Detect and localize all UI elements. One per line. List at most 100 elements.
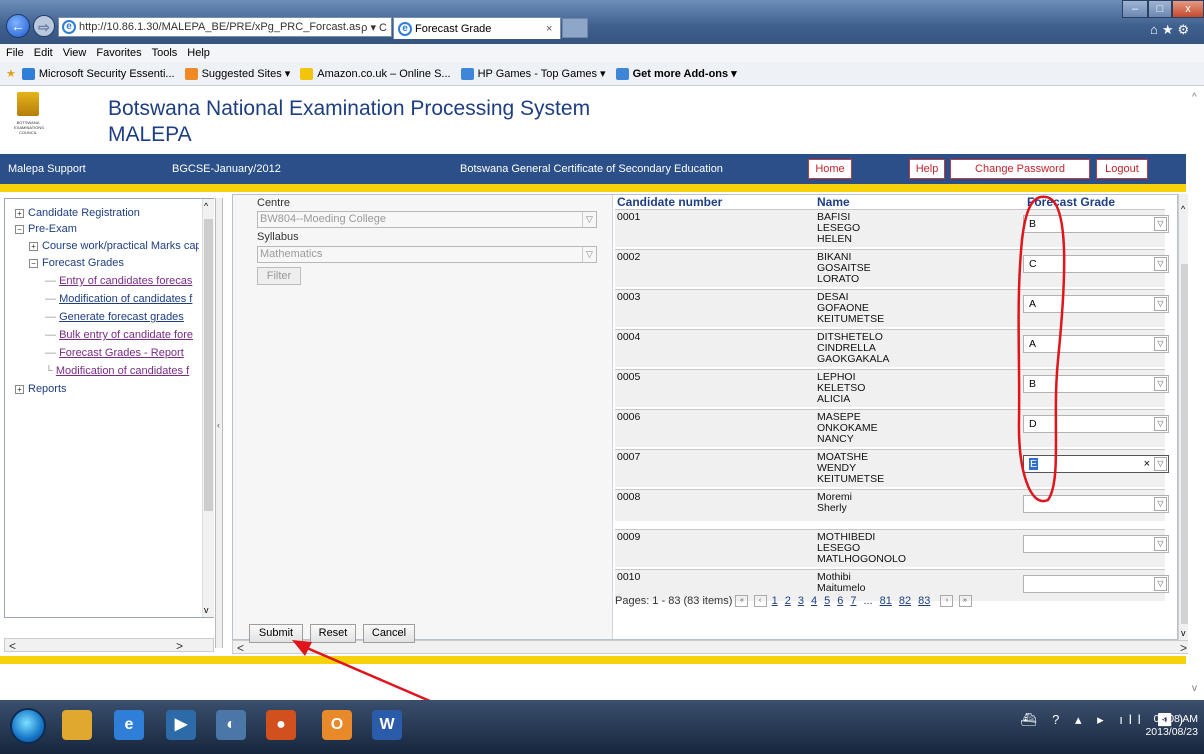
reset-button[interactable]: Reset (310, 624, 356, 643)
page-link[interactable]: 7 (850, 595, 856, 607)
close-button[interactable]: x (1172, 0, 1204, 18)
page-link[interactable]: 1 (772, 595, 778, 607)
scroll-up-icon[interactable]: ^ (1181, 204, 1185, 214)
forward-button[interactable]: ⇨ (33, 15, 55, 37)
submit-button[interactable]: Submit (249, 624, 303, 643)
prev-page-button[interactable]: ‹ (753, 595, 767, 608)
forecast-grade-select[interactable]: B ▽ (1023, 375, 1169, 393)
taskbar-app[interactable] (62, 710, 92, 740)
back-button[interactable]: ← (6, 14, 30, 38)
taskbar-app[interactable]: ● (266, 710, 296, 740)
page-link[interactable]: 82 (899, 595, 911, 607)
chevron-down-icon[interactable]: ▽ (1154, 217, 1167, 231)
taskbar-app[interactable]: e (114, 710, 144, 740)
logout-button[interactable]: Logout (1096, 159, 1148, 179)
forecast-grade-select[interactable]: A ▽ (1023, 295, 1169, 313)
leaf-modification-forecast[interactable]: Modification of candidates f (59, 293, 192, 305)
forecast-grade-select[interactable]: C ▽ (1023, 255, 1169, 273)
forecast-grade-select[interactable]: E × ▽ (1023, 455, 1169, 473)
tree-item-reports[interactable]: + Reports (15, 383, 67, 395)
page-link[interactable]: 3 (798, 595, 804, 607)
url-text[interactable]: http://10.86.1.30/MALEPA_BE/PRE/xPg_PRC_… (79, 21, 361, 33)
syllabus-select[interactable]: Mathematics ▽ (257, 246, 597, 263)
menu-help[interactable]: Help (187, 47, 210, 59)
fav-add-ons[interactable]: Get more Add-ons ▾ (615, 67, 737, 80)
scroll-left-icon[interactable]: < (237, 641, 244, 655)
expand-icon[interactable]: + (29, 241, 38, 251)
scroll-up-icon[interactable]: ^ (1192, 92, 1197, 103)
chevron-down-icon[interactable]: ▽ (1154, 417, 1167, 431)
menu-view[interactable]: View (63, 47, 87, 59)
malepa-support-link[interactable]: Malepa Support (8, 163, 86, 175)
leaf-generate-forecast[interactable]: Generate forecast grades (59, 311, 184, 323)
fav-amazon[interactable]: Amazon.co.uk – Online S... (300, 67, 451, 80)
leaf-forecast-report[interactable]: Forecast Grades - Report (59, 347, 184, 359)
menu-edit[interactable]: Edit (34, 47, 53, 59)
leaf-modification-forecast-2[interactable]: Modification of candidates f (56, 365, 189, 377)
tree-item-forecast-grades[interactable]: − Forecast Grades (29, 257, 124, 269)
chevron-down-icon[interactable]: ▽ (582, 212, 596, 227)
chevron-down-icon[interactable]: ▽ (582, 247, 596, 262)
tree-item-pre-exam[interactable]: − Pre-Exam (15, 223, 77, 235)
expand-icon[interactable]: + (15, 208, 24, 218)
address-tools[interactable]: ρ ▾ C (361, 21, 391, 34)
cancel-button[interactable]: Cancel (363, 624, 415, 643)
col-forecast-grade[interactable]: Forecast Grade (1027, 195, 1115, 209)
forecast-grade-select[interactable]: B ▽ (1023, 215, 1169, 233)
tree-leaf[interactable]: — Forecast Grades - Report (45, 347, 199, 359)
chevron-down-icon[interactable]: ▽ (1154, 337, 1167, 351)
address-bar[interactable]: e http://10.86.1.30/MALEPA_BE/PRE/xPg_PR… (58, 17, 392, 37)
chevron-down-icon[interactable]: ▽ (1154, 297, 1167, 311)
col-name[interactable]: Name (817, 195, 850, 209)
page-link[interactable]: 5 (824, 595, 830, 607)
chevron-down-icon[interactable]: ▽ (1154, 457, 1167, 471)
expand-icon[interactable]: + (15, 384, 24, 394)
tree-leaf[interactable]: — Entry of candidates forecas (45, 275, 199, 287)
tree-leaf[interactable]: — Generate forecast grades (45, 311, 199, 323)
forecast-grade-select[interactable]: ▽ (1023, 575, 1169, 593)
last-page-button[interactable]: » (958, 595, 972, 608)
forecast-grade-select[interactable]: A ▽ (1023, 335, 1169, 353)
fav-suggested-sites[interactable]: Suggested Sites ▾ (184, 67, 290, 80)
scroll-down-icon[interactable]: v (1181, 628, 1186, 638)
pane-splitter[interactable]: ‹ (215, 198, 223, 648)
help-button[interactable]: Help (909, 159, 945, 179)
collapse-icon[interactable]: − (29, 258, 38, 268)
tree-leaf[interactable]: — Bulk entry of candidate fore (45, 329, 199, 341)
chevron-down-icon[interactable]: ▽ (1154, 257, 1167, 271)
taskbar-app[interactable]: W (372, 710, 402, 740)
collapse-icon[interactable]: − (15, 224, 24, 234)
menu-file[interactable]: File (6, 47, 24, 59)
minimize-button[interactable]: – (1122, 0, 1148, 18)
tab-close-icon[interactable]: × (546, 23, 560, 35)
taskbar-app[interactable]: ▶ (166, 710, 196, 740)
home-favorites-tools-icons[interactable]: ⌂★⚙ (1150, 22, 1193, 38)
tree-item-candidate-registration[interactable]: + Candidate Registration (15, 207, 140, 219)
page-link[interactable]: 4 (811, 595, 817, 607)
scroll-up-icon[interactable]: ^ (204, 201, 208, 211)
leaf-bulk-entry[interactable]: Bulk entry of candidate fore (59, 329, 193, 341)
forecast-grade-select[interactable]: ▽ (1023, 535, 1169, 553)
next-page-button[interactable]: › (940, 595, 954, 608)
col-candidate-number[interactable]: Candidate number (617, 195, 722, 209)
splitter-arrow-icon[interactable]: ‹ (217, 420, 220, 430)
centre-select[interactable]: BW804--Moeding College ▽ (257, 211, 597, 228)
tree-item-course-work[interactable]: + Course work/practical Marks cap (29, 240, 199, 252)
tree-horizontal-scrollbar[interactable]: < > (4, 638, 214, 653)
scroll-right-icon[interactable]: > (1180, 641, 1187, 655)
page-link[interactable]: 6 (837, 595, 843, 607)
page-link[interactable]: 83 (918, 595, 930, 607)
fav-security-essentials[interactable]: Microsoft Security Essenti... (21, 67, 175, 80)
new-tab-button[interactable] (562, 18, 588, 38)
menu-favorites[interactable]: Favorites (96, 47, 141, 59)
chevron-down-icon[interactable]: ▽ (1154, 577, 1167, 591)
forecast-grade-select[interactable]: ▽ (1023, 495, 1169, 513)
tree-leaf[interactable]: └ Modification of candidates f (45, 365, 199, 377)
chevron-down-icon[interactable]: ▽ (1154, 377, 1167, 391)
clock[interactable]: 08:08 AM 2013/08/23 (1134, 713, 1198, 739)
scroll-down-icon[interactable]: v (1192, 683, 1197, 694)
tree-leaf[interactable]: — Modification of candidates f (45, 293, 199, 305)
chevron-down-icon[interactable]: ▽ (1154, 497, 1167, 511)
first-page-button[interactable]: « (735, 595, 749, 608)
start-button[interactable] (10, 708, 46, 744)
